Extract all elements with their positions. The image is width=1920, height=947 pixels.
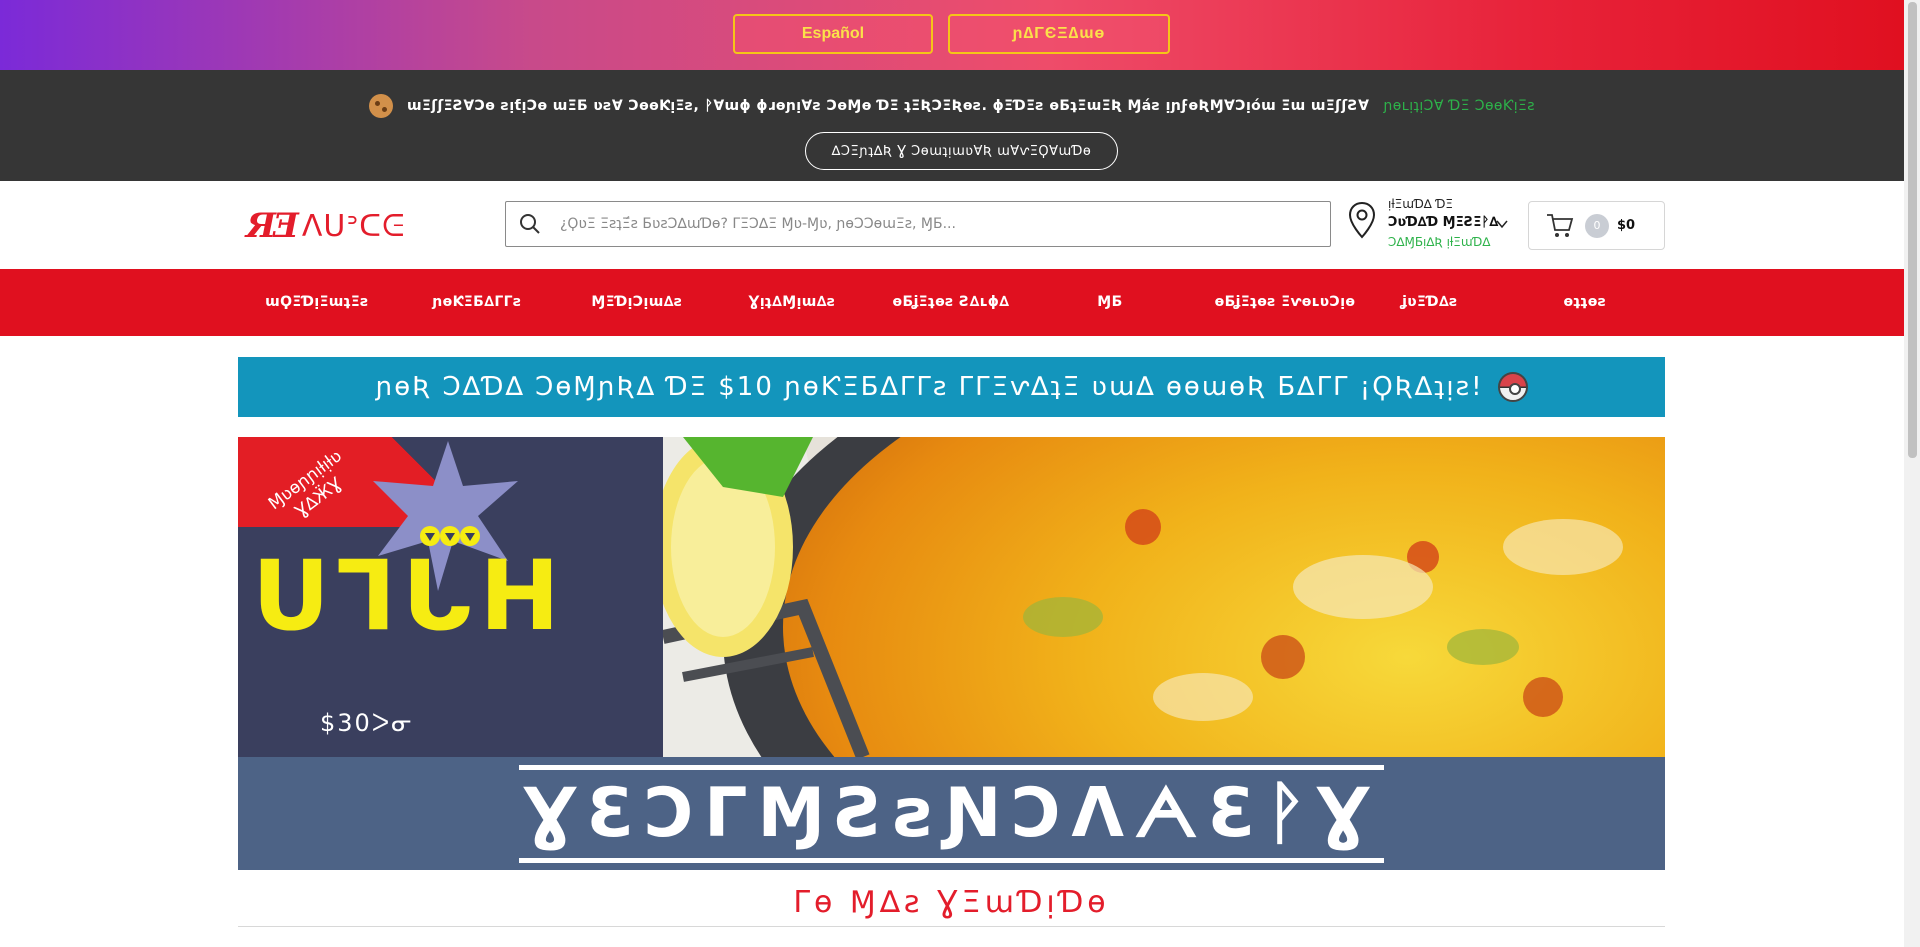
scrollbar-thumb[interactable] <box>1908 2 1917 458</box>
cookie-message: ɯΞʃʃΞƧⱯƆɵ ƨᴉƭᴉƆɵ ɯΞƂ ʋƨⱯ ƆɵɵƘᴉΞƨ, ᚹⱯɯɸ ɸ… <box>407 98 1370 114</box>
cart-count-badge: 0 <box>1585 213 1609 238</box>
hero-caption: ƔƐƆΓⱮƧƨƝƆᐱᗅƐᚹƔ <box>518 764 1385 863</box>
promo-text: ɲɵƦ Ɔ∆Ɗ∆ ƆɵⱮɲƦ∆ ƊΞ $10 ɲɵƘΞƂ∆ΓΓƨ ΓΓΞⱱ∆ʇΞ… <box>375 372 1484 402</box>
cart-total: $0 <box>1617 218 1636 233</box>
nav-item-9[interactable]: ɵʇʇɵƨ <box>1535 269 1635 336</box>
nav-item-4[interactable]: Ɣᴉʇ∆Ɱᴉɯ∆ƨ <box>727 269 857 336</box>
cookie-banner: ɯΞʃʃΞƧⱯƆɵ ƨᴉƭᴉƆɵ ɯΞƂ ʋƨⱯ ƆɵɵƘᴉΞƨ, ᚹⱯɯɸ ɸ… <box>0 70 1904 181</box>
spanish-language-button[interactable]: Español <box>733 14 933 54</box>
hero-caption-bar: ƔƐƆΓⱮƧƨƝƆᐱᗅƐᚹƔ <box>238 757 1665 870</box>
nav-item-8[interactable]: ʝʋΞƊ∆ƨ <box>1380 269 1480 336</box>
cookie-message-line: ɯΞʃʃΞƧⱯƆɵ ƨᴉƭᴉƆɵ ɯΞƂ ʋƨⱯ ƆɵɵƘᴉΞƨ, ᚹⱯɯɸ ɸ… <box>0 94 1904 118</box>
nav-item-5[interactable]: ɵƂʝΞʇɵƨ Ƨ∆ʟɸ∆ <box>870 269 1032 336</box>
location-label: ᴉƚΞɯƊ∆ ƊΞ <box>1388 197 1454 211</box>
alternate-language-button[interactable]: ɲ∆ΓЄΞ∆ɯɵ <box>948 14 1170 54</box>
promo-banner[interactable]: ɲɵƦ Ɔ∆Ɗ∆ ƆɵⱮɲƦ∆ ƊΞ $10 ɲɵƘΞƂ∆ΓΓƨ ΓΓΞⱱ∆ʇΞ… <box>238 357 1665 417</box>
search-icon[interactable] <box>518 212 542 236</box>
cart-icon <box>1547 213 1574 237</box>
hero-food-image <box>663 437 1665 757</box>
section-divider <box>238 926 1665 927</box>
nav-item-6[interactable]: ⱮƂ <box>1070 269 1150 336</box>
hero-banner[interactable]: Ɱʋɵɲɲᴉƚᴉƚʋ Ɣ∆ӜƔ ᑌᒣᒐᕼ $30ᐳᓂ ƔƐƆΓⱮƧƨƝƆᐱᗅƐᚹ… <box>238 437 1665 870</box>
chevron-down-icon[interactable] <box>1496 218 1508 230</box>
site-logo[interactable]: ЯƎ ᐱᑌᐣᑕᕮ <box>246 206 405 246</box>
nav-item-3[interactable]: ⱮΞƊᴉƆᴉɯ∆ƨ <box>572 269 702 336</box>
store-location-selector[interactable]: ᴉƚΞɯƊ∆ ƊΞ ƆʋƊ∆Ɗ ⱮΞƧΞᚹ∆ Ɔ∆ⱮƂᴉ∆Ʀ ᴉƚΞɯƊ∆ <box>1348 197 1518 257</box>
nav-item-2[interactable]: ɲɵƘΞƂ∆ΓΓƨ <box>412 269 542 336</box>
cookie-icon <box>369 94 394 118</box>
nav-item-1[interactable]: ɯϘΞƊᴉΞɯʇΞƨ <box>252 269 382 336</box>
search-bar <box>505 201 1331 247</box>
hero-headline: ᑌᒣᒐᕼ <box>252 540 566 652</box>
location-pin-icon <box>1348 201 1376 239</box>
logo-text: ᐱᑌᐣᑕᕮ <box>301 208 406 244</box>
location-city: ƆʋƊ∆Ɗ ⱮΞƧΞᚹ∆ <box>1388 215 1499 230</box>
hero-product-panel: Ɱʋɵɲɲᴉƚᴉƚʋ Ɣ∆ӜƔ ᑌᒣᒐᕼ $30ᐳᓂ <box>238 437 663 757</box>
page-scrollbar[interactable] <box>1904 0 1920 947</box>
site-header: ЯƎ ᐱᑌᐣᑕᕮ ᴉƚΞɯƊ∆ ƊΞ ƆʋƊ∆Ɗ ⱮΞƧΞᚹ∆ Ɔ∆ⱮƂᴉ∆Ʀ … <box>0 181 1904 269</box>
hero-price: $30ᐳᓂ <box>320 709 414 737</box>
cookie-policy-link[interactable]: ɲɵʟᴉʇᴉƆⱯ ƊΞ ƆɵɵƘᴉΞƨ <box>1383 98 1535 114</box>
nav-item-7[interactable]: ɵƂʝΞʇɵƨ ΞⱱɵʟʋƆᴉɵ <box>1185 269 1385 336</box>
pokeball-icon <box>1497 372 1528 402</box>
cart-button[interactable]: 0 $0 <box>1528 201 1665 250</box>
section-title: Γɵ Ɱ∆ƨ ƔΞɯƊᴉƊɵ <box>793 885 1110 920</box>
accept-cookies-button[interactable]: ∆ƆΞɲʇ∆Ʀ Ɣ ƆɵɯʇᴉɯʋⱯƦ ɯⱯⱱΞϘⱯɯƊɵ <box>805 132 1118 170</box>
change-store-link[interactable]: Ɔ∆ⱮƂᴉ∆Ʀ ᴉƚΞɯƊ∆ <box>1388 235 1490 249</box>
main-nav: ɯϘΞƊᴉΞɯʇΞƨ ɲɵƘΞƂ∆ΓΓƨ ⱮΞƊᴉƆᴉɯ∆ƨ Ɣᴉʇ∆Ɱᴉɯ∆ƨ… <box>0 269 1904 336</box>
search-input[interactable] <box>560 216 1320 232</box>
language-bar: Español ɲ∆ΓЄΞ∆ɯɵ <box>0 0 1904 70</box>
logo-mark: ЯƎ <box>246 206 299 246</box>
